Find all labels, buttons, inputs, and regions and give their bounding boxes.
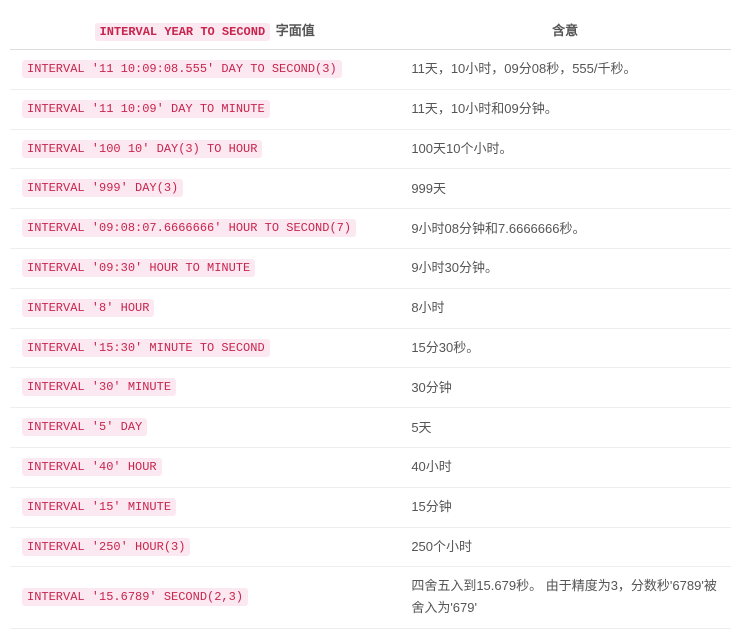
cell-meaning: 250个小时 <box>399 527 731 567</box>
table-row: INTERVAL '999' DAY(3) 999天 <box>10 169 731 209</box>
interval-literal-code: INTERVAL '09:08:07.6666666' HOUR TO SECO… <box>22 219 356 237</box>
cell-meaning: 四舍五入到15.679秒。 由于精度为3，分数秒'6789'被舍入为'679' <box>399 567 731 628</box>
interval-literal-code: INTERVAL '30' MINUTE <box>22 378 176 396</box>
interval-literal-code: INTERVAL '15:30' MINUTE TO SECOND <box>22 339 270 357</box>
table-header-row: INTERVAL YEAR TO SECOND 字面值 含意 <box>10 10 731 50</box>
interval-literal-code: INTERVAL '11 10:09' DAY TO MINUTE <box>22 100 270 118</box>
interval-literal-code: INTERVAL '15' MINUTE <box>22 498 176 516</box>
cell-literal: INTERVAL '5' DAY <box>10 408 399 448</box>
cell-meaning: 999天 <box>399 169 731 209</box>
cell-meaning: 30分钟 <box>399 368 731 408</box>
interval-literal-code: INTERVAL '40' HOUR <box>22 458 162 476</box>
interval-literal-code: INTERVAL '999' DAY(3) <box>22 179 183 197</box>
header-literal-suffix: 字面值 <box>276 23 315 38</box>
table-row: INTERVAL '5' DAY 5天 <box>10 408 731 448</box>
interval-literal-code: INTERVAL '15.6789' SECOND(2,3) <box>22 588 248 606</box>
cell-literal: INTERVAL '11 10:09' DAY TO MINUTE <box>10 89 399 129</box>
cell-literal: INTERVAL '15.6789' SECOND(2,3) <box>10 567 399 628</box>
table-row: INTERVAL '11 10:09' DAY TO MINUTE 11天，10小… <box>10 89 731 129</box>
interval-literal-code: INTERVAL '09:30' HOUR TO MINUTE <box>22 259 255 277</box>
interval-literal-code: INTERVAL '250' HOUR(3) <box>22 538 190 556</box>
header-meaning: 含意 <box>399 10 731 50</box>
cell-literal: INTERVAL '100 10' DAY(3) TO HOUR <box>10 129 399 169</box>
header-literal-code: INTERVAL YEAR TO SECOND <box>95 23 271 41</box>
cell-meaning: 100天10个小时。 <box>399 129 731 169</box>
interval-literal-code: INTERVAL '5' DAY <box>22 418 147 436</box>
table-row: INTERVAL '15.6789' SECOND(2,3) 四舍五入到15.67… <box>10 567 731 628</box>
header-literal: INTERVAL YEAR TO SECOND 字面值 <box>10 10 399 50</box>
cell-meaning: 11天，10小时和09分钟。 <box>399 89 731 129</box>
cell-literal: INTERVAL '8' HOUR <box>10 288 399 328</box>
table-row: INTERVAL '11 10:09:08.555' DAY TO SECOND… <box>10 50 731 90</box>
cell-literal: INTERVAL '999' DAY(3) <box>10 169 399 209</box>
cell-meaning: 8小时 <box>399 288 731 328</box>
cell-literal: INTERVAL '09:30' HOUR TO MINUTE <box>10 248 399 288</box>
cell-meaning: 40小时 <box>399 447 731 487</box>
cell-meaning: 5天 <box>399 408 731 448</box>
interval-literal-table: INTERVAL YEAR TO SECOND 字面值 含意 INTERVAL … <box>10 10 731 629</box>
table-row: INTERVAL '15:30' MINUTE TO SECOND 15分30秒。 <box>10 328 731 368</box>
interval-literal-code: INTERVAL '11 10:09:08.555' DAY TO SECOND… <box>22 60 342 78</box>
table-row: INTERVAL '8' HOUR 8小时 <box>10 288 731 328</box>
cell-literal: INTERVAL '11 10:09:08.555' DAY TO SECOND… <box>10 50 399 90</box>
table-row: INTERVAL '40' HOUR 40小时 <box>10 447 731 487</box>
cell-literal: INTERVAL '250' HOUR(3) <box>10 527 399 567</box>
cell-meaning: 9小时08分钟和7.6666666秒。 <box>399 209 731 249</box>
table-row: INTERVAL '100 10' DAY(3) TO HOUR 100天10个小… <box>10 129 731 169</box>
cell-literal: INTERVAL '15' MINUTE <box>10 487 399 527</box>
interval-literal-code: INTERVAL '8' HOUR <box>22 299 154 317</box>
cell-meaning: 15分钟 <box>399 487 731 527</box>
cell-meaning: 15分30秒。 <box>399 328 731 368</box>
cell-meaning: 9小时30分钟。 <box>399 248 731 288</box>
table-row: INTERVAL '09:30' HOUR TO MINUTE 9小时30分钟。 <box>10 248 731 288</box>
cell-literal: INTERVAL '09:08:07.6666666' HOUR TO SECO… <box>10 209 399 249</box>
cell-literal: INTERVAL '40' HOUR <box>10 447 399 487</box>
cell-literal: INTERVAL '15:30' MINUTE TO SECOND <box>10 328 399 368</box>
cell-meaning: 11天，10小时，09分08秒，555/千秒。 <box>399 50 731 90</box>
table-row: INTERVAL '09:08:07.6666666' HOUR TO SECO… <box>10 209 731 249</box>
table-row: INTERVAL '250' HOUR(3) 250个小时 <box>10 527 731 567</box>
table-row: INTERVAL '30' MINUTE 30分钟 <box>10 368 731 408</box>
cell-literal: INTERVAL '30' MINUTE <box>10 368 399 408</box>
interval-literal-code: INTERVAL '100 10' DAY(3) TO HOUR <box>22 140 262 158</box>
table-row: INTERVAL '15' MINUTE 15分钟 <box>10 487 731 527</box>
